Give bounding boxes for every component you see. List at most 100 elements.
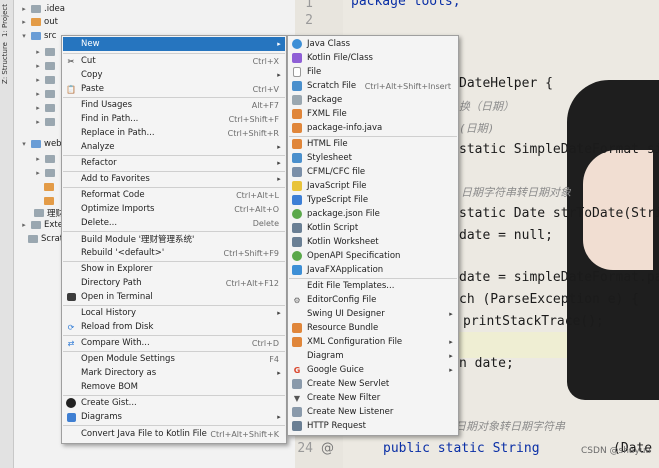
menu-item-create-gist[interactable]: Create Gist... bbox=[63, 396, 285, 410]
menu-item-diagrams[interactable]: Diagrams ▸ bbox=[63, 410, 285, 424]
tree-item[interactable] bbox=[44, 180, 54, 194]
openapi-icon bbox=[291, 250, 303, 262]
menu-item-copy[interactable]: Copy ▸ bbox=[63, 68, 285, 82]
fxml-icon bbox=[291, 108, 303, 120]
menu-item-package[interactable]: Package bbox=[289, 93, 457, 107]
chevron-right-icon[interactable]: ▸ bbox=[20, 18, 28, 26]
menu-item-resource-bundle[interactable]: Resource Bundle bbox=[289, 321, 457, 335]
code-line: date = simpleDateFormat.par bbox=[459, 270, 659, 285]
file-icon bbox=[44, 197, 54, 205]
menu-item-directory-path[interactable]: Directory Path Ctrl+Alt+F12 bbox=[63, 276, 285, 290]
menu-item-paste[interactable]: 📋 Paste Ctrl+V bbox=[63, 82, 285, 96]
menu-item-build-module[interactable]: Build Module '理财管理系统' bbox=[63, 232, 285, 246]
folder-icon bbox=[31, 5, 41, 13]
menu-item-create-new-filter[interactable]: ▼ Create New Filter bbox=[289, 391, 457, 405]
chevron-down-icon[interactable]: ▾ bbox=[20, 140, 28, 148]
menu-item-open-module-settings[interactable]: Open Module Settings F4 bbox=[63, 352, 285, 366]
menu-item-kotlin-worksheet[interactable]: Kotlin Worksheet bbox=[289, 235, 457, 249]
code-comment: 换（日期） bbox=[459, 100, 514, 113]
tree-item[interactable]: ▸ bbox=[34, 101, 55, 115]
menu-item-create-new-listener[interactable]: Create New Listener bbox=[289, 405, 457, 419]
menu-item-java-class[interactable]: Java Class bbox=[289, 37, 457, 51]
menu-item-openapi[interactable]: OpenAPI Specification bbox=[289, 249, 457, 263]
menu-item-package-info[interactable]: package-info.java bbox=[289, 121, 457, 135]
submenu-arrow-icon: ▸ bbox=[277, 309, 281, 317]
menu-item-replace-in-path[interactable]: Replace in Path... Ctrl+Shift+R bbox=[63, 126, 285, 140]
tree-item-idea[interactable]: ▸ .idea bbox=[20, 2, 65, 16]
menu-item-swing-ui-designer[interactable]: Swing UI Designer ▸ bbox=[289, 307, 457, 321]
folder-icon bbox=[45, 104, 55, 112]
menu-item-typescript-file[interactable]: TypeScript File bbox=[289, 193, 457, 207]
cfml-icon bbox=[291, 166, 303, 178]
menu-item-package-json[interactable]: package.json File bbox=[289, 207, 457, 221]
tree-item[interactable]: ▸ bbox=[34, 73, 55, 87]
code-line: package tools; bbox=[351, 0, 461, 9]
menu-item-javascript-file[interactable]: JavaScript File bbox=[289, 179, 457, 193]
chevron-right-icon[interactable]: ▸ bbox=[20, 5, 28, 13]
tree-item[interactable]: ▸ bbox=[34, 45, 55, 59]
javascript-icon bbox=[291, 180, 303, 192]
chevron-down-icon[interactable]: ▾ bbox=[20, 32, 28, 40]
menu-item-local-history[interactable]: Local History ▸ bbox=[63, 306, 285, 320]
menu-item-remove-bom[interactable]: Remove BOM bbox=[63, 380, 285, 394]
menu-item-kotlin-script[interactable]: Kotlin Script bbox=[289, 221, 457, 235]
file-icon bbox=[291, 66, 303, 78]
tree-item-out[interactable]: ▸ out bbox=[20, 15, 58, 29]
submenu-arrow-icon: ▸ bbox=[449, 366, 453, 374]
menu-item-google-guice[interactable]: G Google Guice ▸ bbox=[289, 363, 457, 377]
menu-item-compare-with[interactable]: ⇄ Compare With... Ctrl+D bbox=[63, 336, 285, 350]
menu-item-new[interactable]: New ▸ bbox=[63, 37, 285, 51]
tree-item-src[interactable]: ▾ src bbox=[20, 29, 56, 43]
menu-item-file[interactable]: File bbox=[289, 65, 457, 79]
menu-item-cfml-file[interactable]: CFML/CFC file bbox=[289, 165, 457, 179]
tree-item[interactable]: ▸ bbox=[34, 115, 55, 129]
menu-item-analyze[interactable]: Analyze ▸ bbox=[63, 140, 285, 154]
tree-item[interactable]: ▸ bbox=[34, 59, 55, 73]
tree-item[interactable]: ▸ bbox=[34, 87, 55, 101]
menu-item-fxml-file[interactable]: FXML File bbox=[289, 107, 457, 121]
folder-icon bbox=[45, 76, 55, 84]
menu-item-optimize-imports[interactable]: Optimize Imports Ctrl+Alt+O bbox=[63, 202, 285, 216]
menu-item-http-request[interactable]: HTTP Request bbox=[289, 419, 457, 433]
menu-item-show-in-explorer[interactable]: Show in Explorer bbox=[63, 262, 285, 276]
menu-item-diagram[interactable]: Diagram ▸ bbox=[289, 349, 457, 363]
structure-tool-button[interactable]: Z: Structure bbox=[1, 42, 13, 84]
menu-item-xml-configuration-file[interactable]: XML Configuration File ▸ bbox=[289, 335, 457, 349]
menu-item-delete[interactable]: Delete... Delete bbox=[63, 216, 285, 230]
menu-item-edit-file-templates[interactable]: Edit File Templates... bbox=[289, 279, 457, 293]
menu-item-javafx-application[interactable]: JavaFXApplication bbox=[289, 263, 457, 277]
tree-item-web[interactable]: ▾ web bbox=[20, 137, 61, 151]
menu-item-scratch-file[interactable]: Scratch File Ctrl+Alt+Shift+Insert bbox=[289, 79, 457, 93]
folder-icon bbox=[45, 62, 55, 70]
menu-item-kotlin-file[interactable]: Kotlin File/Class bbox=[289, 51, 457, 65]
tree-item[interactable]: ▸ bbox=[34, 166, 55, 180]
java-file-icon bbox=[291, 122, 303, 134]
submenu-arrow-icon: ▸ bbox=[449, 338, 453, 346]
submenu-arrow-icon: ▸ bbox=[449, 310, 453, 318]
menu-item-add-to-favorites[interactable]: Add to Favorites ▸ bbox=[63, 172, 285, 186]
menu-item-cut[interactable]: ✂ Cut Ctrl+X bbox=[63, 54, 285, 68]
menu-item-convert-to-kotlin[interactable]: Convert Java File to Kotlin File Ctrl+Alt… bbox=[63, 427, 285, 441]
line-number: 2 bbox=[305, 13, 313, 28]
menu-item-rebuild[interactable]: Rebuild '<default>' Ctrl+Shift+F9 bbox=[63, 246, 285, 260]
menu-item-find-in-path[interactable]: Find in Path... Ctrl+Shift+F bbox=[63, 112, 285, 126]
chevron-right-icon[interactable]: ▸ bbox=[20, 221, 28, 229]
menu-item-stylesheet[interactable]: Stylesheet bbox=[289, 151, 457, 165]
menu-item-open-in-terminal[interactable]: Open in Terminal bbox=[63, 290, 285, 304]
menu-item-mark-directory-as[interactable]: Mark Directory as ▸ bbox=[63, 366, 285, 380]
menu-item-refactor[interactable]: Refactor ▸ bbox=[63, 156, 285, 170]
listener-icon bbox=[291, 406, 303, 418]
submenu-arrow-icon: ▸ bbox=[277, 159, 281, 167]
menu-item-reload-from-disk[interactable]: ⟳ Reload from Disk bbox=[63, 320, 285, 334]
menu-item-create-new-servlet[interactable]: Create New Servlet bbox=[289, 377, 457, 391]
tree-item[interactable]: ▸ bbox=[34, 152, 55, 166]
menu-item-reformat-code[interactable]: Reformat Code Ctrl+Alt+L bbox=[63, 188, 285, 202]
kotlin-icon bbox=[291, 52, 303, 64]
project-tool-button[interactable]: 1: Project bbox=[1, 4, 13, 37]
folder-icon bbox=[31, 140, 41, 148]
menu-item-find-usages[interactable]: Find Usages Alt+F7 bbox=[63, 98, 285, 112]
menu-item-html-file[interactable]: HTML File bbox=[289, 137, 457, 151]
menu-item-editorconfig-file[interactable]: ⚙ EditorConfig File bbox=[289, 293, 457, 307]
folder-icon bbox=[45, 90, 55, 98]
file-icon bbox=[44, 183, 54, 191]
